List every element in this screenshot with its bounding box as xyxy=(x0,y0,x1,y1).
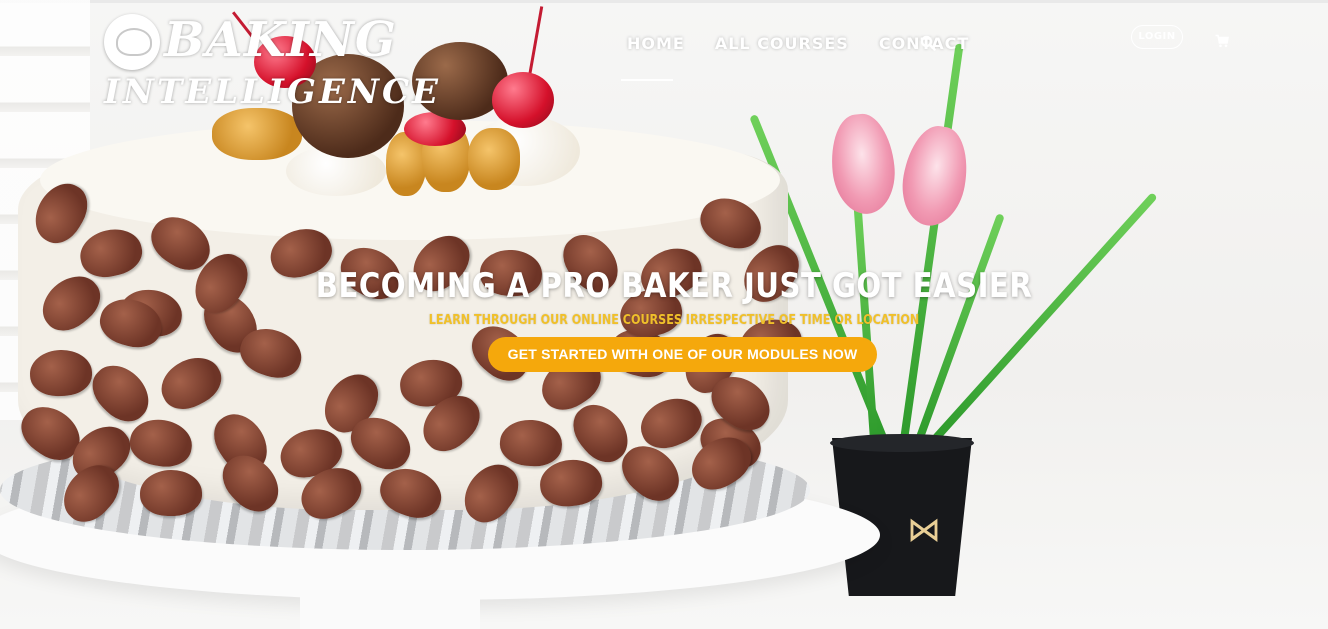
login-button[interactable]: LOGIN xyxy=(1131,25,1183,49)
search-icon[interactable] xyxy=(920,35,936,51)
chocolate-chip-decoration xyxy=(29,348,93,398)
pot-bow-icon: ⋈ xyxy=(907,511,941,549)
chocolate-chip-decoration xyxy=(139,469,203,517)
cherry-stem xyxy=(527,6,544,78)
caramel-popcorn xyxy=(468,128,520,190)
main-nav: HOME ALL COURSES CONTACT xyxy=(612,30,999,56)
hero-title: BECOMING A PRO BAKER JUST GOT EASIER xyxy=(315,266,1033,306)
cake-stand-stem xyxy=(300,590,480,629)
nav-all-courses[interactable]: ALL COURSES xyxy=(715,34,849,53)
tulip-flower xyxy=(895,121,975,231)
site-logo[interactable]: BAKING INTELLIGENCE xyxy=(104,12,438,116)
cherry xyxy=(492,72,554,128)
hero-subtitle: LEARN THROUGH OUR ONLINE COURSES IRRESPE… xyxy=(428,313,920,328)
logo-text-line1: BAKING xyxy=(164,12,397,68)
nav-home[interactable]: HOME xyxy=(627,34,685,53)
logo-text-line2: INTELLIGENCE xyxy=(104,72,441,112)
chef-hat-icon xyxy=(104,14,160,70)
flower-pot-rim xyxy=(830,434,974,452)
cart-icon[interactable] xyxy=(1215,34,1229,48)
plant-leaf xyxy=(900,43,964,441)
top-border xyxy=(0,0,1328,3)
tulip-flower xyxy=(826,111,900,217)
get-started-button[interactable]: GET STARTED WITH ONE OF OUR MODULES NOW xyxy=(488,337,877,372)
nav-active-indicator xyxy=(621,79,673,81)
